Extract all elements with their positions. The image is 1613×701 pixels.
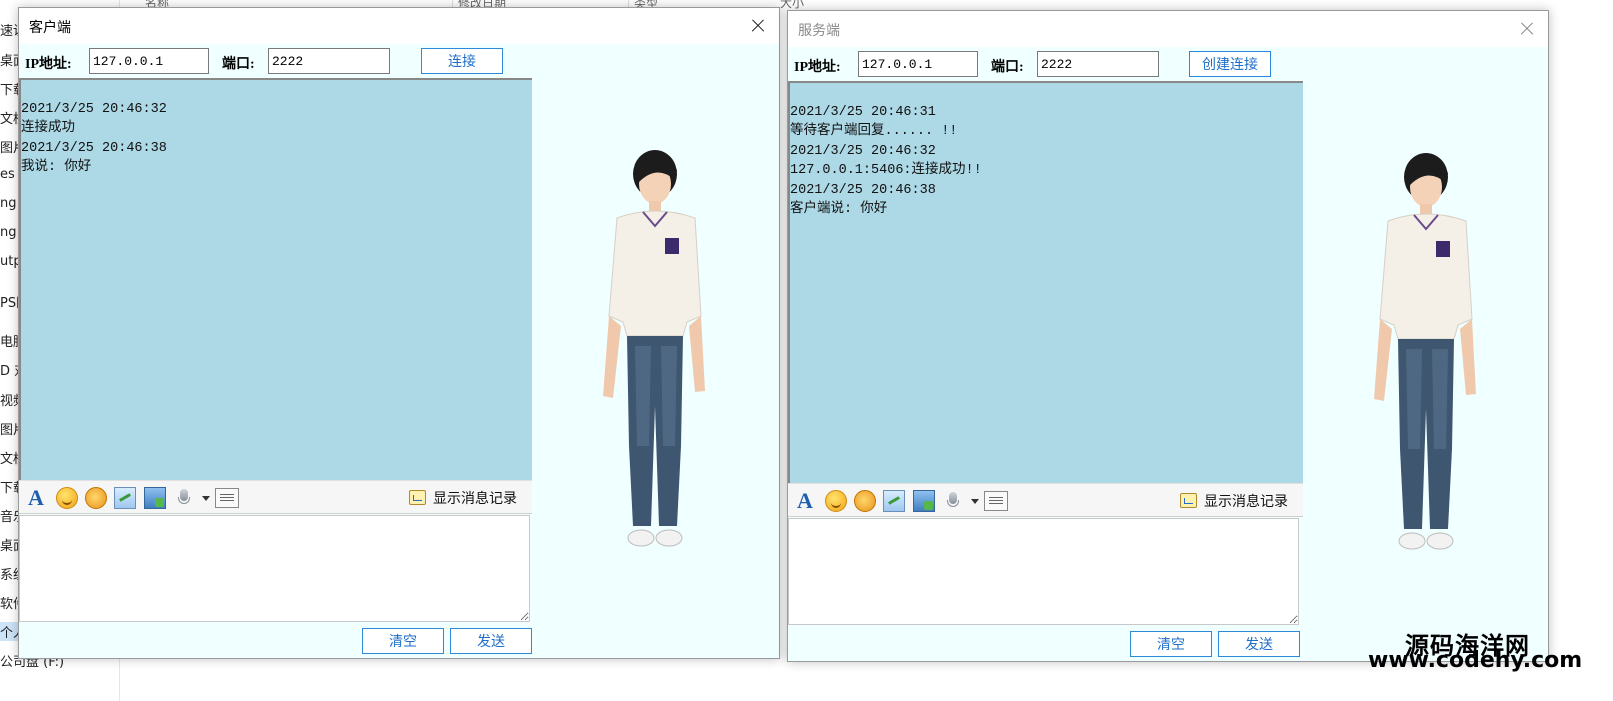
chat-toolbar: A 显示消息记录 [19, 480, 532, 514]
port-input[interactable] [1037, 51, 1159, 77]
log-line: 我说: 你好 [21, 160, 92, 175]
nav-item[interactable]: PS网 [0, 292, 18, 311]
nav-item[interactable]: 图片 [0, 419, 18, 438]
message-input[interactable] [19, 515, 530, 622]
nav-item[interactable]: 桌面 [0, 50, 18, 69]
log-line: 2021/3/25 20:46:38 [790, 182, 936, 198]
send-button[interactable]: 发送 [1218, 631, 1300, 657]
nav-item[interactable]: 图片 [0, 137, 18, 156]
clear-button[interactable]: 清空 [1130, 631, 1212, 657]
nav-item[interactable]: 文档 [0, 108, 18, 127]
log-line: 2021/3/25 20:46:32 [790, 143, 936, 159]
nav-item[interactable]: 电脑 [0, 331, 18, 350]
close-icon[interactable] [1512, 15, 1542, 43]
log-line: 等待客户端回复...... !! [790, 124, 958, 139]
font-icon[interactable]: A [25, 487, 47, 509]
ip-input[interactable] [858, 51, 978, 77]
avatar-figure [603, 150, 705, 547]
create-connection-button[interactable]: 创建连接 [1189, 51, 1271, 77]
ip-input[interactable] [89, 48, 209, 74]
nav-item[interactable]: 软件 [0, 593, 18, 612]
nav-item[interactable]: 视频 [0, 390, 18, 409]
port-label: 端口: [991, 60, 1024, 75]
nav-item[interactable]: ng [0, 196, 18, 211]
nav-item[interactable]: 音乐 [0, 506, 18, 525]
window-title: 服务端 [798, 22, 840, 38]
show-history-button[interactable]: 显示消息记录 [409, 487, 529, 509]
clear-button[interactable]: 清空 [362, 628, 444, 654]
shake-icon[interactable] [85, 487, 107, 509]
nav-item[interactable]: 系统 [0, 564, 18, 583]
close-icon[interactable] [743, 12, 773, 40]
file-transfer-icon[interactable] [215, 488, 239, 508]
client-window: 客户端 IP地址: 端口: 连接 2021/3/25 20:46:32连接成功2… [18, 7, 780, 659]
log-line: 127.0.0.1:5406:连接成功!! [790, 163, 982, 178]
chat-toolbar: A 显示消息记录 [788, 483, 1303, 517]
nav-item[interactable]: 桌面 [0, 535, 18, 554]
history-icon [409, 490, 426, 505]
nav-item[interactable]: D 对 [0, 360, 18, 379]
ip-label: IP地址: [25, 57, 72, 72]
port-label: 端口: [222, 57, 255, 72]
nav-item[interactable]: utp [0, 254, 18, 269]
show-history-button[interactable]: 显示消息记录 [1180, 490, 1300, 512]
font-icon[interactable]: A [794, 490, 816, 512]
message-log[interactable]: 2021/3/25 20:46:32 连接成功 2021/3/25 20:46:38… [19, 78, 532, 480]
port-input[interactable] [268, 48, 390, 74]
log-line: 2021/3/25 20:46:38 [21, 140, 167, 156]
dropdown-arrow-icon[interactable] [201, 487, 211, 509]
ip-label: IP地址: [794, 60, 841, 75]
log-line: 2021/3/25 20:46:31 [790, 104, 936, 120]
voice-icon[interactable] [942, 490, 964, 512]
nav-item[interactable]: 文档 [0, 448, 18, 467]
image-icon[interactable] [144, 487, 166, 509]
window-title: 客户端 [29, 19, 71, 35]
emoji-icon[interactable] [825, 490, 847, 512]
server-titlebar[interactable]: 服务端 [788, 11, 1548, 47]
nav-item[interactable]: 下载 [0, 79, 18, 98]
message-log[interactable]: 2021/3/25 20:46:31 等待客户端回复...... !! 2021/3… [788, 81, 1303, 483]
shake-icon[interactable] [854, 490, 876, 512]
nav-item[interactable]: ng [0, 225, 18, 240]
screenshot-icon[interactable] [114, 487, 136, 509]
connect-button[interactable]: 连接 [421, 48, 503, 74]
log-line: 客户端说: 你好 [790, 202, 888, 217]
client-titlebar[interactable]: 客户端 [19, 8, 779, 44]
log-line: 2021/3/25 20:46:32 [21, 101, 167, 117]
voice-icon[interactable] [173, 487, 195, 509]
file-transfer-icon[interactable] [984, 491, 1008, 511]
server-window: 服务端 IP地址: 端口: 创建连接 2021/3/25 20:46:31 等待客… [787, 10, 1549, 662]
nav-item[interactable]: 下载 [0, 477, 18, 496]
image-icon[interactable] [913, 490, 935, 512]
history-label: 显示消息记录 [1204, 493, 1288, 509]
history-icon [1180, 493, 1197, 508]
send-button[interactable]: 发送 [450, 628, 532, 654]
log-line: 连接成功 [21, 121, 75, 136]
dropdown-arrow-icon[interactable] [970, 490, 980, 512]
screenshot-icon[interactable] [883, 490, 905, 512]
nav-item[interactable]: 速访 [0, 20, 18, 39]
watermark-url: www.codehy.com [1368, 648, 1583, 673]
avatar-figure [1374, 153, 1476, 550]
history-label: 显示消息记录 [433, 490, 517, 506]
nav-item[interactable]: es [0, 167, 18, 182]
emoji-icon[interactable] [56, 487, 78, 509]
message-input[interactable] [788, 518, 1299, 625]
